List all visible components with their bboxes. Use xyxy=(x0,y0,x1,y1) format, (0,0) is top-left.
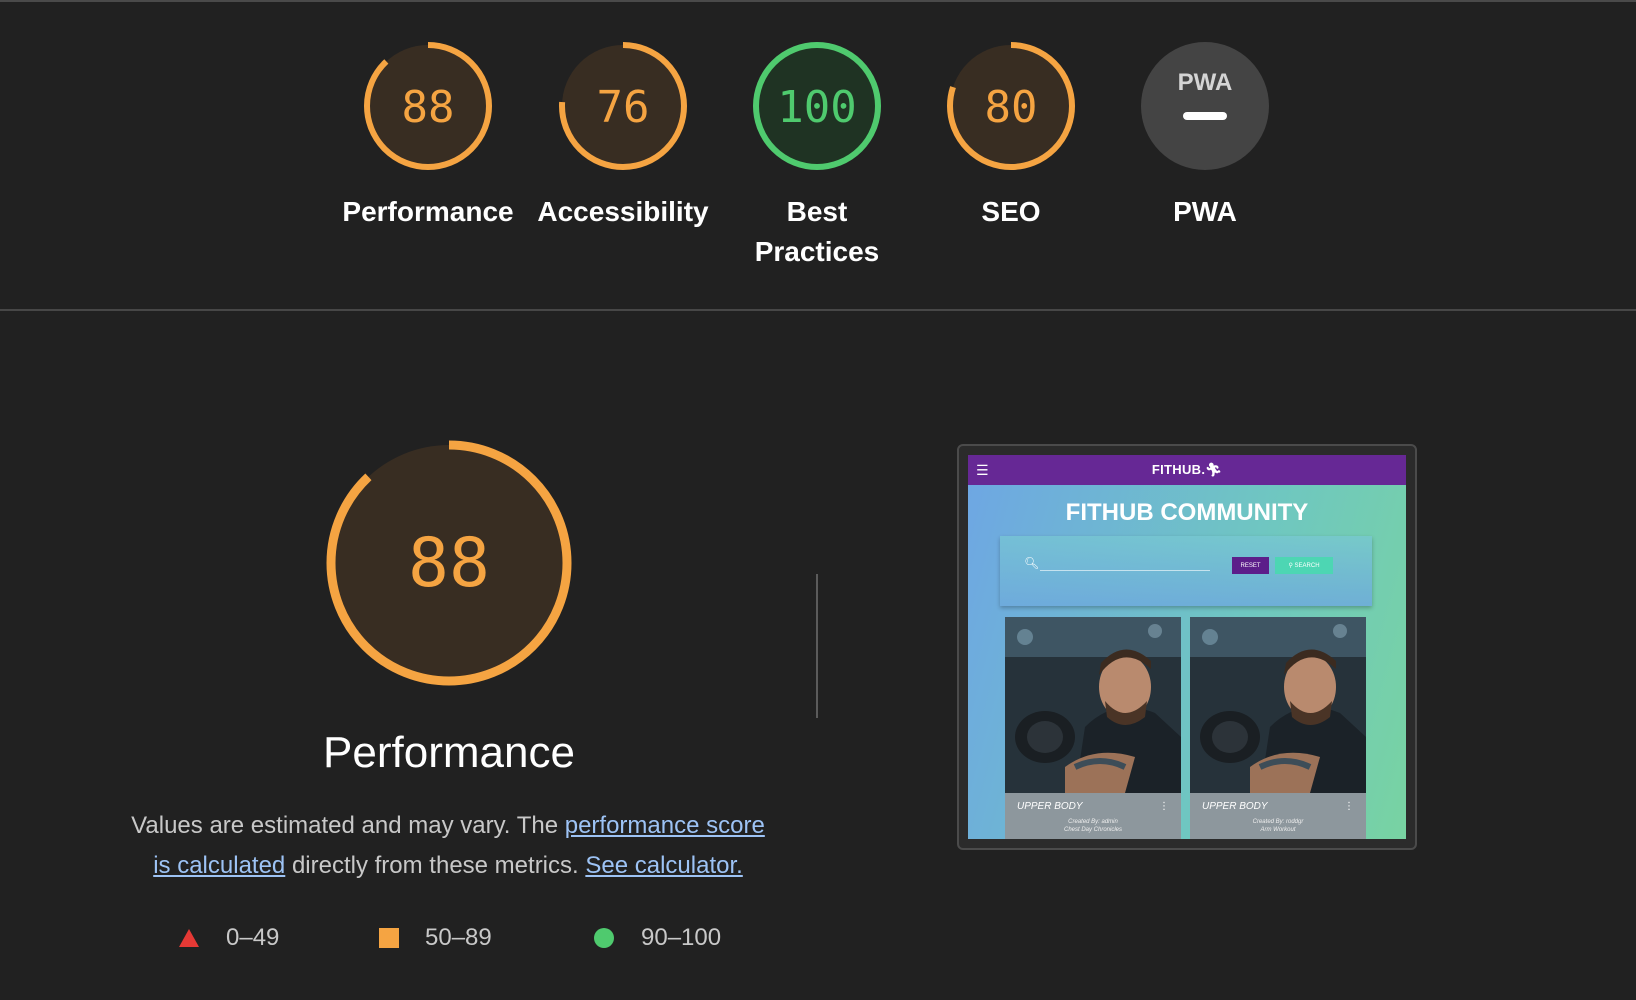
preview-card: UPPER BODY ⋮ Created By: roddgr Arm Work… xyxy=(1190,617,1366,839)
preview-brand: FITHUB.🏃︎ xyxy=(1151,462,1223,477)
card-footer: UPPER BODY ⋮ Created By: admin Chest Day… xyxy=(1005,793,1181,839)
pwa-badge-text: PWA xyxy=(1178,69,1233,96)
gauge-ring: 80 xyxy=(947,42,1075,170)
gauge-label: Accessibility xyxy=(533,192,713,232)
preview-search-field xyxy=(1040,570,1210,571)
circle-icon xyxy=(594,928,614,948)
main-gauge-score: 88 xyxy=(408,524,490,603)
legend-average: 50–89 xyxy=(379,920,492,956)
athlete-photo-icon xyxy=(1005,617,1181,793)
gauge-pwa[interactable]: PWA PWA xyxy=(1115,40,1295,232)
card-photo xyxy=(1005,617,1181,793)
final-screenshot-preview[interactable]: ☰ FITHUB.🏃︎ FITHUB COMMUNITY 🔍︎ RESET ⚲ … xyxy=(957,444,1417,850)
gauge-label: Best Practices xyxy=(727,192,907,272)
magnifier-icon: 🔍︎ xyxy=(1024,556,1040,570)
gauge-label-line1: Best xyxy=(786,196,848,227)
gauge-score: 80 xyxy=(985,82,1038,133)
gauge-ring: 100 xyxy=(753,42,881,170)
gauge-label-line1: SEO xyxy=(981,196,1041,227)
gauge-label-line1: PWA xyxy=(1173,196,1237,227)
more-vertical-icon: ⋮ xyxy=(1344,801,1354,812)
card-subtitle: Arm Workout xyxy=(1260,827,1296,833)
desc-text-1: Values are estimated and may vary. The xyxy=(131,812,565,839)
gauge-label: PWA xyxy=(1115,192,1295,232)
card-created: Created By: roddgr xyxy=(1252,819,1304,825)
gauge-label: Performance xyxy=(338,192,518,232)
gauge-label-line1: Accessibility xyxy=(537,196,709,227)
see-calculator-link[interactable]: See calculator. xyxy=(585,852,742,879)
square-icon xyxy=(379,928,399,948)
legend-pass: 90–100 xyxy=(593,920,721,956)
card-subtitle: Chest Day Chronicles xyxy=(1063,827,1123,833)
gauge-score: 100 xyxy=(777,82,856,133)
card-created: Created By: admin xyxy=(1068,819,1118,825)
card-footer: UPPER BODY ⋮ Created By: roddgr Arm Work… xyxy=(1190,793,1366,839)
legend-range: 50–89 xyxy=(425,924,492,951)
gauge-label-line1: Performance xyxy=(342,196,514,227)
performance-description: Values are estimated and may vary. The p… xyxy=(120,806,776,886)
performance-main-gauge: 88 xyxy=(326,440,572,691)
preview-heading: FITHUB COMMUNITY xyxy=(1065,499,1309,526)
top-border xyxy=(0,0,1636,2)
preview-search-button: ⚲ SEARCH xyxy=(1275,557,1333,574)
legend-fail: 0–49 xyxy=(178,920,279,956)
gauge-ring: 76 xyxy=(559,42,687,170)
triangle-icon xyxy=(179,929,199,947)
gauge-score: 76 xyxy=(597,82,650,133)
desc-text-2: directly from these metrics. xyxy=(285,852,586,879)
pwa-dash-icon xyxy=(1183,112,1227,120)
legend-range: 90–100 xyxy=(641,924,722,951)
gauge-performance[interactable]: 88 Performance xyxy=(338,40,518,232)
gauge-label-line2: Practices xyxy=(754,236,880,267)
gauge-seo[interactable]: 80 SEO xyxy=(921,40,1101,232)
main-title: Performance xyxy=(323,728,575,777)
legend-range: 0–49 xyxy=(226,924,280,951)
pwa-badge-icon: PWA xyxy=(1141,42,1269,170)
gauge-accessibility[interactable]: 76 Accessibility xyxy=(533,40,713,232)
card-title: UPPER BODY xyxy=(1017,801,1083,812)
section-divider xyxy=(0,309,1636,311)
preview-card: UPPER BODY ⋮ Created By: admin Chest Day… xyxy=(1005,617,1181,839)
main-gauge-ring: 88 xyxy=(326,440,572,686)
vertical-separator xyxy=(816,574,818,718)
preview-reset-button: RESET xyxy=(1232,557,1269,574)
gauge-best-practices[interactable]: 100 Best Practices xyxy=(727,40,907,272)
gauge-score: 88 xyxy=(402,82,455,133)
gauge-ring: 88 xyxy=(364,42,492,170)
card-title: UPPER BODY xyxy=(1202,801,1268,812)
preview-screen: ☰ FITHUB.🏃︎ FITHUB COMMUNITY 🔍︎ RESET ⚲ … xyxy=(968,455,1406,839)
more-vertical-icon: ⋮ xyxy=(1159,801,1169,812)
preview-appbar: ☰ FITHUB.🏃︎ xyxy=(968,455,1406,485)
athlete-photo-icon xyxy=(1190,617,1366,793)
preview-search-panel: 🔍︎ RESET ⚲ SEARCH xyxy=(1000,536,1372,606)
hamburger-menu-icon: ☰ xyxy=(976,462,989,478)
gauge-label: SEO xyxy=(921,192,1101,232)
card-photo xyxy=(1190,617,1366,793)
runner-icon: 🏃︎ xyxy=(1205,462,1223,477)
